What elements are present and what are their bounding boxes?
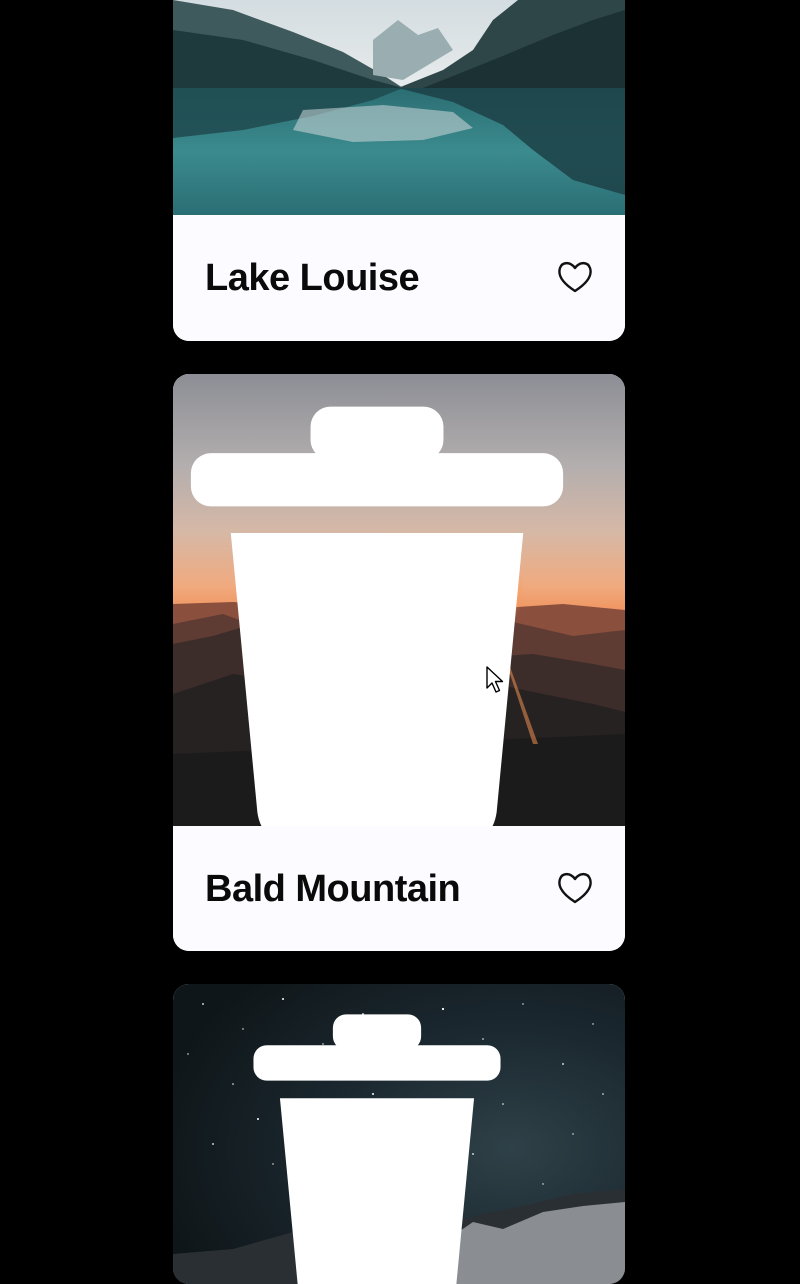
trash-icon[interactable] xyxy=(173,400,603,826)
photo-card: Bald Mountain xyxy=(173,374,625,951)
heart-outline-icon[interactable] xyxy=(557,871,593,905)
heart-outline-icon[interactable] xyxy=(557,260,593,294)
photo-card: Lake Louise xyxy=(173,0,625,341)
photo[interactable] xyxy=(173,0,625,215)
photo-card xyxy=(173,984,625,1284)
trash-icon[interactable] xyxy=(173,1010,603,1284)
photo[interactable] xyxy=(173,984,625,1284)
lake-landscape-image xyxy=(173,0,625,215)
card-caption: Bald Mountain xyxy=(173,826,625,951)
card-title: Bald Mountain xyxy=(205,868,461,910)
photo-feed[interactable]: Lake Louise Bald Mountain xyxy=(0,0,800,1284)
card-caption: Lake Louise xyxy=(173,215,625,341)
photo[interactable] xyxy=(173,374,625,826)
card-title: Lake Louise xyxy=(205,257,420,299)
